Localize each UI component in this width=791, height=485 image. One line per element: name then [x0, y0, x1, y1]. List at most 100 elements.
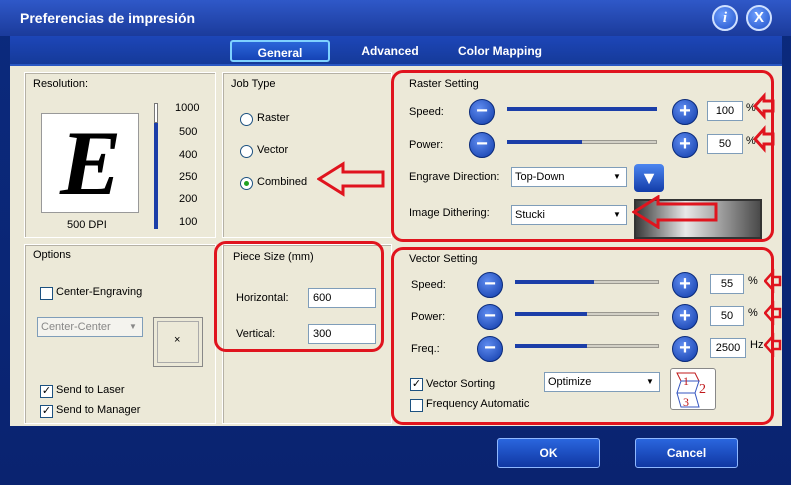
raster-speed-input[interactable]: 100	[707, 101, 743, 121]
vector-speed-slider[interactable]	[515, 278, 659, 286]
sorting-order-icon[interactable]: 1 2 3	[670, 368, 716, 410]
vertical-input[interactable]: 300	[308, 324, 376, 344]
raster-speed-minus-button[interactable]: −	[469, 99, 495, 125]
raster-speed-label: Speed:	[409, 106, 444, 118]
vector-freq-input[interactable]: 2500	[710, 338, 746, 358]
red-arrow-left-icon	[764, 268, 782, 358]
center-engraving-label: Center-Engraving	[56, 286, 143, 298]
cancel-button[interactable]: Cancel	[635, 438, 738, 468]
close-icon[interactable]: X	[746, 5, 772, 31]
send-laser-checkbox[interactable]: ✓	[40, 385, 53, 398]
engrave-direction-select[interactable]: Top-Down ▼	[511, 167, 627, 187]
chevron-down-icon: ▼	[646, 377, 654, 386]
image-dithering-value: Stucki	[515, 209, 545, 221]
raster-setting-label: Raster Setting	[409, 78, 479, 90]
engrave-direction-label: Engrave Direction:	[409, 171, 500, 183]
vector-power-plus-button[interactable]: +	[672, 304, 698, 330]
send-laser-label: Send to Laser	[56, 384, 125, 396]
ok-button[interactable]: OK	[497, 438, 600, 468]
radio-vector-label: Vector	[257, 144, 289, 156]
send-manager-checkbox[interactable]: ✓	[40, 405, 53, 418]
resolution-tick: 500	[179, 126, 198, 138]
vector-sorting-label: Vector Sorting	[426, 378, 496, 390]
horizontal-input[interactable]: 600	[308, 288, 376, 308]
radio-combined-label: Combined	[257, 176, 308, 188]
tab-advanced[interactable]: Advanced	[350, 40, 430, 62]
image-dithering-label: Image Dithering:	[409, 207, 490, 219]
center-engraving-checkbox[interactable]	[40, 287, 53, 300]
vector-freq-unit: Hz	[750, 339, 764, 351]
job-type-group: Job Type Raster Vector Combined	[222, 72, 392, 238]
center-mark-icon: ×	[174, 334, 181, 346]
vector-speed-plus-button[interactable]: +	[672, 272, 698, 298]
vector-power-label: Power:	[411, 311, 446, 323]
direction-down-icon[interactable]: ▼	[634, 164, 664, 192]
radio-raster[interactable]	[240, 113, 253, 126]
frequency-automatic-label: Frequency Automatic	[426, 398, 530, 410]
window-title: Preferencias de impresión	[20, 10, 196, 26]
vector-speed-unit: %	[748, 275, 758, 287]
info-icon[interactable]: i	[712, 5, 738, 31]
svg-text:1: 1	[683, 374, 689, 388]
vertical-label: Vertical:	[236, 328, 276, 340]
engrave-direction-value: Top-Down	[515, 171, 565, 183]
vector-sorting-checkbox[interactable]: ✓	[410, 378, 423, 391]
resolution-tick: 200	[179, 193, 198, 205]
vector-sorting-value: Optimize	[548, 376, 592, 388]
resolution-tick: 400	[179, 149, 198, 161]
tab-general[interactable]: General	[230, 40, 330, 62]
job-type-label: Job Type	[231, 78, 276, 90]
resolution-value: 500 DPI	[67, 219, 107, 231]
vector-freq-slider[interactable]	[515, 342, 659, 350]
raster-setting-group: Raster Setting Speed: − + 100 % Power: −…	[391, 70, 774, 242]
vector-freq-minus-button[interactable]: −	[477, 336, 503, 362]
vector-power-minus-button[interactable]: −	[477, 304, 503, 330]
center-position-value: Center-Center	[41, 321, 111, 333]
horizontal-label: Horizontal:	[236, 292, 289, 304]
raster-power-label: Power:	[409, 139, 444, 151]
raster-power-slider[interactable]	[507, 138, 657, 146]
vector-sorting-select[interactable]: Optimize ▼	[544, 372, 660, 392]
frequency-automatic-checkbox[interactable]	[410, 399, 423, 412]
options-group: Options Center-Engraving Center-Center ▼…	[24, 244, 216, 424]
radio-vector[interactable]	[240, 145, 253, 158]
tab-bar: General Advanced Color Mapping	[10, 36, 782, 64]
resolution-preview: E	[41, 112, 139, 214]
raster-speed-slider[interactable]	[507, 105, 657, 113]
svg-text:3: 3	[683, 395, 689, 409]
radio-raster-label: Raster	[257, 112, 290, 124]
vector-speed-label: Speed:	[411, 279, 446, 291]
preview-letter: E	[60, 112, 122, 214]
resolution-group: Resolution: E 500 DPI 1000 500 400 250 2…	[24, 72, 216, 238]
chevron-down-icon: ▼	[613, 210, 621, 219]
chevron-down-icon: ▼	[613, 172, 621, 181]
resolution-tick: 100	[179, 216, 198, 228]
chevron-down-icon: ▼	[129, 322, 137, 331]
red-arrow-left-icon	[317, 161, 385, 197]
options-label: Options	[33, 249, 71, 261]
resolution-tick: 250	[179, 171, 198, 183]
red-arrow-left-icon	[753, 92, 775, 153]
tab-color-mapping[interactable]: Color Mapping	[450, 40, 550, 62]
vector-power-slider[interactable]	[515, 310, 659, 318]
raster-power-plus-button[interactable]: +	[672, 132, 698, 158]
raster-power-minus-button[interactable]: −	[469, 132, 495, 158]
raster-speed-plus-button[interactable]: +	[672, 99, 698, 125]
resolution-label: Resolution:	[33, 78, 89, 90]
vector-freq-plus-button[interactable]: +	[672, 336, 698, 362]
piece-size-label: Piece Size (mm)	[233, 251, 314, 263]
resolution-tick: 1000	[175, 102, 200, 114]
send-manager-label: Send to Manager	[56, 404, 141, 416]
piece-size-highlight: Piece Size (mm) Horizontal: 600 Vertical…	[214, 241, 384, 352]
center-position-select[interactable]: Center-Center ▼	[37, 317, 143, 337]
raster-power-input[interactable]: 50	[707, 134, 743, 154]
vector-power-input[interactable]: 50	[710, 306, 744, 326]
general-panel: Resolution: E 500 DPI 1000 500 400 250 2…	[10, 64, 782, 426]
radio-combined[interactable]	[240, 177, 253, 190]
vector-speed-minus-button[interactable]: −	[477, 272, 503, 298]
image-dithering-select[interactable]: Stucki ▼	[511, 205, 627, 225]
resolution-slider-thumb[interactable]	[154, 103, 158, 123]
position-grid-icon[interactable]: ×	[153, 317, 203, 367]
svg-text:2: 2	[699, 382, 706, 397]
vector-speed-input[interactable]: 55	[710, 274, 744, 294]
